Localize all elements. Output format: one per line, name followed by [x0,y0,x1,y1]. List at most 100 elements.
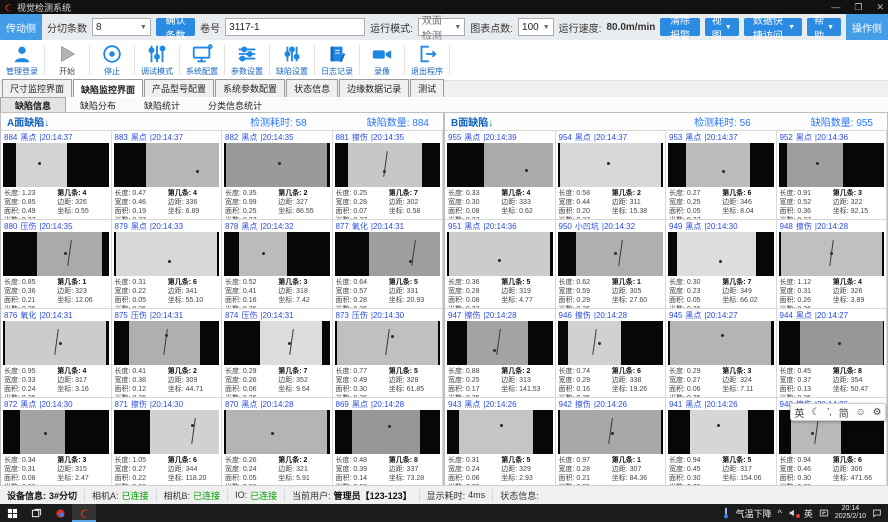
emoji-icon[interactable]: ☺ [856,407,866,418]
admin-login-button[interactable]: 管理登录 [0,41,44,79]
defect-card[interactable]: 951 黑点 |20:14:36 长度: 0.36 宽度: 0.28 面积: 0… [445,220,556,309]
close-button[interactable]: ✕ [876,2,884,13]
slit-count-select[interactable]: 8▼ [92,18,151,36]
tab-size-monitor[interactable]: 尺寸监控界面 [2,79,72,97]
volume-icon[interactable] [788,508,798,518]
notification-center-icon[interactable] [872,508,882,518]
tab-test[interactable]: 测试 [410,79,444,97]
sliders-vertical-icon [146,43,168,65]
gear-icon[interactable]: ⚙ [873,407,882,418]
defect-card[interactable]: 954 黑点 |20:14:37 长度: 0.58 宽度: 0.44 面积: 0… [556,131,667,220]
defect-card[interactable]: 945 黑点 |20:14:27 长度: 0.29 宽度: 0.27 面积: 0… [666,309,777,398]
exit-program-button[interactable]: 退出程序 [405,41,449,79]
defect-card[interactable]: 875 压伤 |20:14:31 长度: 0.41 宽度: 0.38 面积: 0… [112,309,223,398]
image-strip [146,143,219,187]
defect-card[interactable]: 876 氧化 |20:14:31 长度: 0.95 宽度: 0.33 面积: 0… [1,309,112,398]
wid-value: 0.25 [687,199,701,206]
defect-card[interactable]: 941 黑点 |20:14:26 长度: 0.94 宽度: 0.45 面积: 0… [666,398,777,485]
pinned-app-icon[interactable] [48,504,72,522]
defect-card[interactable]: 943 黑点 |20:14:26 长度: 0.31 宽度: 0.24 面积: 0… [445,398,556,485]
tray-expand-icon[interactable]: ^ [778,508,782,518]
tab-edge-data[interactable]: 边缘数据记录 [339,79,409,97]
subtab-defect-stats[interactable]: 缺陷统计 [130,98,194,113]
system-config-button[interactable]: 系统配置 [180,41,224,79]
defect-card[interactable]: 883 黑点 |20:14:37 长度: 0.47 宽度: 0.46 面积: 0… [112,131,223,220]
tab-system-params[interactable]: 系统参数配置 [215,79,285,97]
clear-alarm-button[interactable]: 清除报警 [660,18,699,36]
defect-card[interactable]: 947 擦伤 |20:14:28 长度: 0.88 宽度: 0.25 面积: 0… [445,309,556,398]
punctuation-toggle[interactable]: ’, [827,407,832,418]
defect-card[interactable]: 881 擦伤 |20:14:35 长度: 0.25 宽度: 0.28 面积: 0… [333,131,444,220]
len-value: 0.25 [353,190,367,197]
chart-points-select[interactable]: 100▼ [518,18,554,36]
defect-card[interactable]: 877 氧化 |20:14:31 长度: 0.64 宽度: 0.57 面积: 0… [333,220,444,309]
defect-settings-button[interactable]: 缺陷设置 [270,41,314,79]
view-menu-button[interactable]: 视图▼ [705,18,739,36]
run-mode-select[interactable]: 双面检测▼ [418,18,465,36]
confirm-count-button[interactable]: 确认条数 [156,18,195,36]
help-menu-button[interactable]: 帮助▼ [807,18,841,36]
data-quick-access-button[interactable]: 数据快捷访问▼ [744,18,802,36]
defect-card[interactable]: 869 黑点 |20:14:28 长度: 0.48 宽度: 0.39 面积: 0… [333,398,444,485]
area-value: 0.21 [22,297,36,304]
panel-b-title[interactable]: B面缺陷↓ [445,114,493,129]
defect-card[interactable]: 880 压伤 |20:14:35 长度: 0.85 宽度: 0.36 面积: 0… [1,220,112,309]
tab-product-config[interactable]: 产品型号配置 [144,79,214,97]
defect-card[interactable]: 872 黑点 |20:14:30 长度: 0.34 宽度: 0.31 面积: 0… [1,398,112,485]
debug-mode-button[interactable]: 调试模式 [135,41,179,79]
ime-toolbar: 英 ☾ ’, 简 ☺ ⚙ [790,403,886,421]
area-value: 0.05 [243,475,257,482]
subtab-class-stats[interactable]: 分类信息统计 [194,98,276,113]
defect-card[interactable]: 953 黑点 |20:14:37 长度: 0.27 宽度: 0.25 面积: 0… [666,131,777,220]
task-view-button[interactable] [24,504,48,522]
tab-defect-monitor[interactable]: 缺陷监控界面 [73,79,143,98]
record-video-button[interactable]: 录像 [360,41,404,79]
clock-time: 20:14 [835,505,866,513]
defect-dot [44,432,47,435]
wid-value: 0.25 [466,377,480,384]
defect-card[interactable]: 873 压伤 |20:14:30 长度: 0.77 宽度: 0.49 面积: 0… [333,309,444,398]
camera-b-label: 相机B: [164,489,191,502]
parameter-settings-button[interactable]: 参数设置 [225,41,269,79]
panel-a-title[interactable]: A面缺陷↓ [1,114,49,129]
defect-card[interactable]: 879 黑点 |20:14:33 长度: 0.31 宽度: 0.22 面积: 0… [112,220,223,309]
len-value: 0.64 [353,279,367,286]
stop-button[interactable]: 停止 [90,41,134,79]
defect-card[interactable]: 871 擦伤 |20:14:30 长度: 1.05 宽度: 0.27 面积: 0… [112,398,223,485]
strip-value: 1 [637,457,641,464]
clock[interactable]: 20:14 2025/2/10 [835,505,866,521]
subtab-defect-distribution[interactable]: 缺陷分布 [66,98,130,113]
roll-number-input[interactable] [225,18,365,36]
simplified-toggle[interactable]: 简 [839,405,849,420]
defect-meta: 长度: 0.47 宽度: 0.46 面积: 0.19 米数: 0.37 第几条:… [112,187,222,220]
tab-status-info[interactable]: 状态信息 [286,79,338,97]
status-info-label: 状态信息: [500,489,539,502]
ime-lang-toggle[interactable]: 英 [794,405,804,420]
defect-meta: 长度: 0.94 宽度: 0.45 面积: 0.30 米数: 0.35 第几条:… [666,454,776,485]
inspection-app-icon[interactable] [72,504,96,522]
defect-card[interactable]: 948 擦伤 |20:14:28 长度: 1.12 宽度: 0.31 面积: 0… [777,220,888,309]
language-indicator[interactable]: 英 [804,507,813,520]
defect-card[interactable]: 955 黑点 |20:14:39 长度: 0.33 宽度: 0.30 面积: 0… [445,131,556,220]
defect-card[interactable]: 952 黑点 |20:14:36 长度: 0.91 宽度: 0.52 面积: 0… [777,131,888,220]
defect-card[interactable]: 870 黑点 |20:14:28 长度: 0.26 宽度: 0.24 面积: 0… [222,398,333,485]
weather-text[interactable]: 气温下降 [736,507,772,520]
defect-card[interactable]: 942 擦伤 |20:14:26 长度: 0.97 宽度: 0.28 面积: 0… [556,398,667,485]
defect-card[interactable]: 874 压伤 |20:14:31 长度: 0.29 宽度: 0.26 面积: 0… [222,309,333,398]
ime-icon[interactable] [819,508,829,518]
maximize-button[interactable]: ❐ [854,2,862,13]
defect-card[interactable]: 950 小凹坑 |20:14:32 长度: 0.62 宽度: 0.59 面积: … [556,220,667,309]
defect-card[interactable]: 884 黑点 |20:14:37 长度: 1.23 宽度: 0.85 面积: 0… [1,131,112,220]
start-button[interactable]: 开始 [45,41,89,79]
log-record-button[interactable]: 日志记录 [315,41,359,79]
start-menu-button[interactable] [0,504,24,522]
defect-card[interactable]: 946 擦伤 |20:14:28 长度: 0.74 宽度: 0.29 面积: 0… [556,309,667,398]
defect-card[interactable]: 949 黑点 |20:14:30 长度: 0.30 宽度: 0.23 面积: 0… [666,220,777,309]
defect-card[interactable]: 944 黑点 |20:14:27 长度: 0.45 宽度: 0.37 面积: 0… [777,309,888,398]
minimize-button[interactable]: — [831,2,840,12]
wid-value: 0.85 [22,199,36,206]
defect-card[interactable]: 878 黑点 |20:14:32 长度: 0.52 宽度: 0.41 面积: 0… [222,220,333,309]
moon-icon[interactable]: ☾ [811,407,820,418]
strip-value: 4 [83,368,87,375]
defect-card[interactable]: 882 黑点 |20:14:35 长度: 0.35 宽度: 0.99 面积: 0… [222,131,333,220]
